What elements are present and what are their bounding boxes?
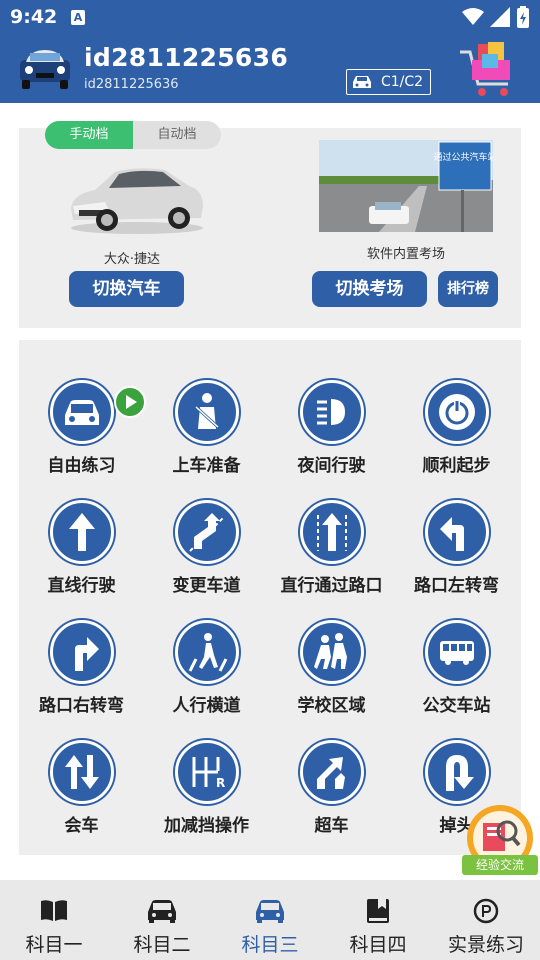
- lane-change-icon: [189, 513, 225, 552]
- practice-item-lane-change[interactable]: 变更车道: [144, 460, 269, 596]
- status-bar: 9:42 A: [0, 0, 540, 36]
- leaderboard-button[interactable]: 排行榜: [438, 271, 498, 307]
- license-label: C1/C2: [381, 74, 424, 90]
- exam-site-image: 通过公共汽车站: [319, 140, 493, 232]
- practice-item-left-turn[interactable]: 路口左转弯: [394, 460, 519, 596]
- book-icon: [41, 900, 67, 921]
- practice-item-intersection-straight[interactable]: 直行通过路口: [269, 460, 394, 596]
- practice-item-meeting[interactable]: 会车: [19, 700, 144, 836]
- exam-site-label: 软件内置考场: [366, 247, 445, 262]
- car-icon: [256, 900, 284, 923]
- practice-item-bus-stop[interactable]: 公交车站: [394, 580, 519, 716]
- gear-manual-option[interactable]: 手动档: [45, 121, 133, 149]
- nav-subject-four[interactable]: 科目四: [324, 880, 432, 960]
- turn-right-icon: [75, 637, 99, 671]
- wifi-icon: [462, 8, 484, 25]
- switch-car-button[interactable]: 切换汽车: [69, 271, 184, 307]
- practice-item-crosswalk[interactable]: 人行横道: [144, 580, 269, 716]
- car-name: 大众·捷达: [103, 252, 161, 267]
- nav-subject-three[interactable]: 科目三: [216, 880, 324, 960]
- license-type-button[interactable]: C1/C2: [346, 69, 431, 95]
- app-header: 9:42 A id2811225636 id2811225636 C1/C2: [0, 0, 540, 103]
- experience-exchange-button[interactable]: 经验交流: [462, 805, 538, 877]
- user-id: id2811225636: [84, 77, 179, 92]
- turn-left-icon: [440, 517, 464, 551]
- gear-toggle[interactable]: 手动档 自动档: [45, 121, 221, 149]
- bus-icon: [440, 641, 474, 665]
- car-front-icon: [65, 400, 99, 425]
- car-avatar-icon[interactable]: [18, 46, 72, 90]
- shopping-cart-icon[interactable]: [458, 40, 516, 100]
- arrow-up-icon: [69, 513, 95, 551]
- play-icon[interactable]: [114, 386, 146, 418]
- battery-icon: [517, 6, 529, 28]
- svg-text:R: R: [216, 776, 225, 790]
- practice-item-right-turn[interactable]: 路口右转弯: [19, 580, 144, 716]
- sign-text: 通过公共汽车站: [433, 151, 493, 163]
- car-icon: [148, 900, 176, 923]
- status-time: 9:42: [10, 6, 58, 28]
- school-zone-icon: [314, 633, 347, 669]
- practice-item-school[interactable]: 学校区域: [269, 580, 394, 716]
- overtake-icon: [317, 757, 345, 789]
- crosswalk-icon: [188, 633, 228, 672]
- username: id2811225636: [84, 43, 289, 72]
- practice-item-straight[interactable]: 直线行驶: [19, 460, 144, 596]
- practice-item-start[interactable]: 顺利起步: [394, 340, 519, 476]
- practice-item-prep[interactable]: 上车准备: [144, 340, 269, 476]
- signal-icon: [490, 7, 510, 27]
- practice-item-night[interactable]: 夜间行驶: [269, 340, 394, 476]
- two-way-icon: [65, 755, 99, 789]
- notification-a-icon: A: [71, 10, 85, 25]
- straight-through-icon: [317, 513, 347, 551]
- u-turn-icon: [446, 755, 474, 791]
- power-icon: [439, 394, 475, 430]
- headlight-icon: [317, 399, 345, 425]
- gear-auto-option[interactable]: 自动档: [133, 121, 221, 149]
- car-small-icon: [353, 76, 371, 88]
- practice-item-overtake[interactable]: 超车: [269, 700, 394, 836]
- car-image: [71, 168, 203, 234]
- bottom-nav: 科目一 科目二 科目三 科目四 实景练习: [0, 880, 540, 960]
- vehicle-exam-card: 手动档 自动档 大众·捷达 切换汽车 通过公共汽车站 软件内置考场 切换考场 排…: [19, 121, 521, 328]
- seatbelt-icon: [194, 393, 220, 429]
- bookmark-book-icon: [367, 899, 389, 923]
- practice-item-free[interactable]: 自由练习: [19, 340, 146, 476]
- exchange-label: 经验交流: [462, 855, 538, 875]
- practice-item-u-turn[interactable]: 掉头: [394, 700, 519, 836]
- nav-subject-one[interactable]: 科目一: [0, 880, 108, 960]
- nav-real-scene[interactable]: 实景练习: [432, 880, 540, 960]
- practice-items-grid: 自由练习 上车准备 夜间行驶 顺利起步 直线行驶 变更车道 直行通过路口 路口左…: [19, 340, 521, 855]
- practice-item-gear-shift[interactable]: R 加减挡操作: [144, 700, 269, 836]
- nav-subject-two[interactable]: 科目二: [108, 880, 216, 960]
- gear-shift-icon: R: [192, 757, 225, 790]
- parking-icon: [473, 898, 499, 924]
- switch-exam-button[interactable]: 切换考场: [312, 271, 427, 307]
